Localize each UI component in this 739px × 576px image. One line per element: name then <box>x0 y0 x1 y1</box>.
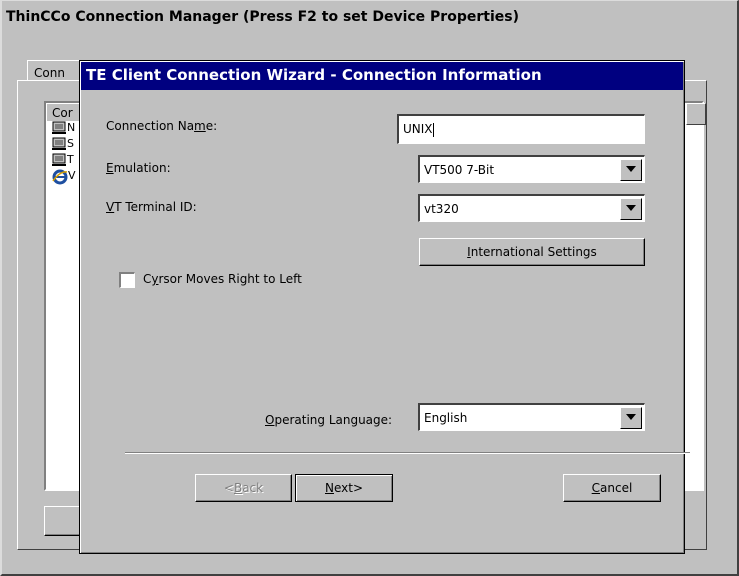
label-text: Connection Na <box>106 119 195 133</box>
label-text: rsor Moves Right to Left <box>158 272 302 286</box>
button-accelerator: N <box>324 481 334 495</box>
list-column-header-end[interactable] <box>686 103 706 125</box>
cursor-right-to-left-label[interactable]: Cyrsor Moves Right to Left <box>143 272 302 286</box>
button-label: ext> <box>333 481 364 495</box>
list-column-header[interactable]: Cor <box>46 103 80 121</box>
label-accelerator: y <box>151 272 159 286</box>
chevron-down-icon <box>626 166 636 172</box>
connection-name-input[interactable]: UNIX <box>397 114 645 144</box>
dialog-separator <box>125 452 690 454</box>
operating-language-dropdown-button[interactable] <box>620 407 642 429</box>
browser-icon <box>52 169 68 185</box>
chevron-down-icon <box>626 414 636 420</box>
terminal-id-select[interactable]: vt320 <box>418 194 645 222</box>
connection-name-value: UNIX <box>403 122 433 136</box>
label-accelerator: m <box>194 119 206 133</box>
list-item[interactable]: N <box>52 121 75 137</box>
tab-connections[interactable]: Conn <box>27 60 87 82</box>
list-item[interactable]: T <box>52 153 74 169</box>
chevron-down-icon <box>626 205 636 211</box>
list-item[interactable]: S <box>52 137 74 153</box>
button-label: ancel <box>600 481 633 495</box>
terminal-id-dropdown-button[interactable] <box>620 198 642 220</box>
operating-language-value: English <box>424 411 468 425</box>
list-item[interactable]: V <box>52 169 76 185</box>
label-accelerator: E <box>106 161 114 175</box>
wizard-titlebar[interactable]: TE Client Connection Wizard - Connection… <box>81 62 683 90</box>
window-title: ThinCCo Connection Manager (Press F2 to … <box>6 9 519 25</box>
button-label: ack <box>242 481 264 495</box>
list-item-label: V <box>68 169 76 182</box>
international-settings-button[interactable]: International Settings <box>419 238 645 266</box>
next-button[interactable]: Next> <box>295 474 393 502</box>
emulation-value: VT500 7-Bit <box>424 163 495 177</box>
cursor-right-to-left-checkbox[interactable] <box>119 272 135 288</box>
cancel-button[interactable]: Cancel <box>563 474 661 502</box>
button-label: nternational Settings <box>470 245 597 259</box>
emulation-dropdown-button[interactable] <box>620 159 642 181</box>
back-button[interactable]: <Back <box>195 474 292 502</box>
list-item-label: T <box>67 153 74 166</box>
connection-manager-titlebar: ThinCCo Connection Manager (Press F2 to … <box>2 1 735 35</box>
terminal-id-label: VT Terminal ID: <box>106 200 197 214</box>
terminal-icon <box>52 153 66 166</box>
text-cursor <box>432 122 434 137</box>
label-text: mulation: <box>113 161 171 175</box>
operating-language-select[interactable]: English <box>418 403 645 431</box>
label-text: perating Language: <box>274 413 393 427</box>
label-accelerator: V <box>106 200 115 214</box>
operating-language-label: Operating Language: <box>265 413 392 427</box>
list-item-label: S <box>67 137 74 150</box>
tab-label: Conn <box>34 66 65 80</box>
terminal-icon <box>52 137 66 150</box>
button-label: < <box>223 481 234 495</box>
list-column-header-label: Cor <box>52 106 73 120</box>
wizard-title: TE Client Connection Wizard - Connection… <box>86 66 542 84</box>
label-text: e: <box>205 119 218 133</box>
button-accelerator: C <box>591 481 601 495</box>
terminal-icon <box>52 121 66 134</box>
emulation-label: Emulation: <box>106 161 171 175</box>
connection-name-label: Connection Name: <box>106 119 217 133</box>
terminal-id-value: vt320 <box>424 202 459 216</box>
label-text: T Terminal ID: <box>114 200 197 214</box>
list-item-label: N <box>67 121 76 134</box>
button-accelerator: B <box>233 481 243 495</box>
emulation-select[interactable]: VT500 7-Bit <box>418 155 645 183</box>
